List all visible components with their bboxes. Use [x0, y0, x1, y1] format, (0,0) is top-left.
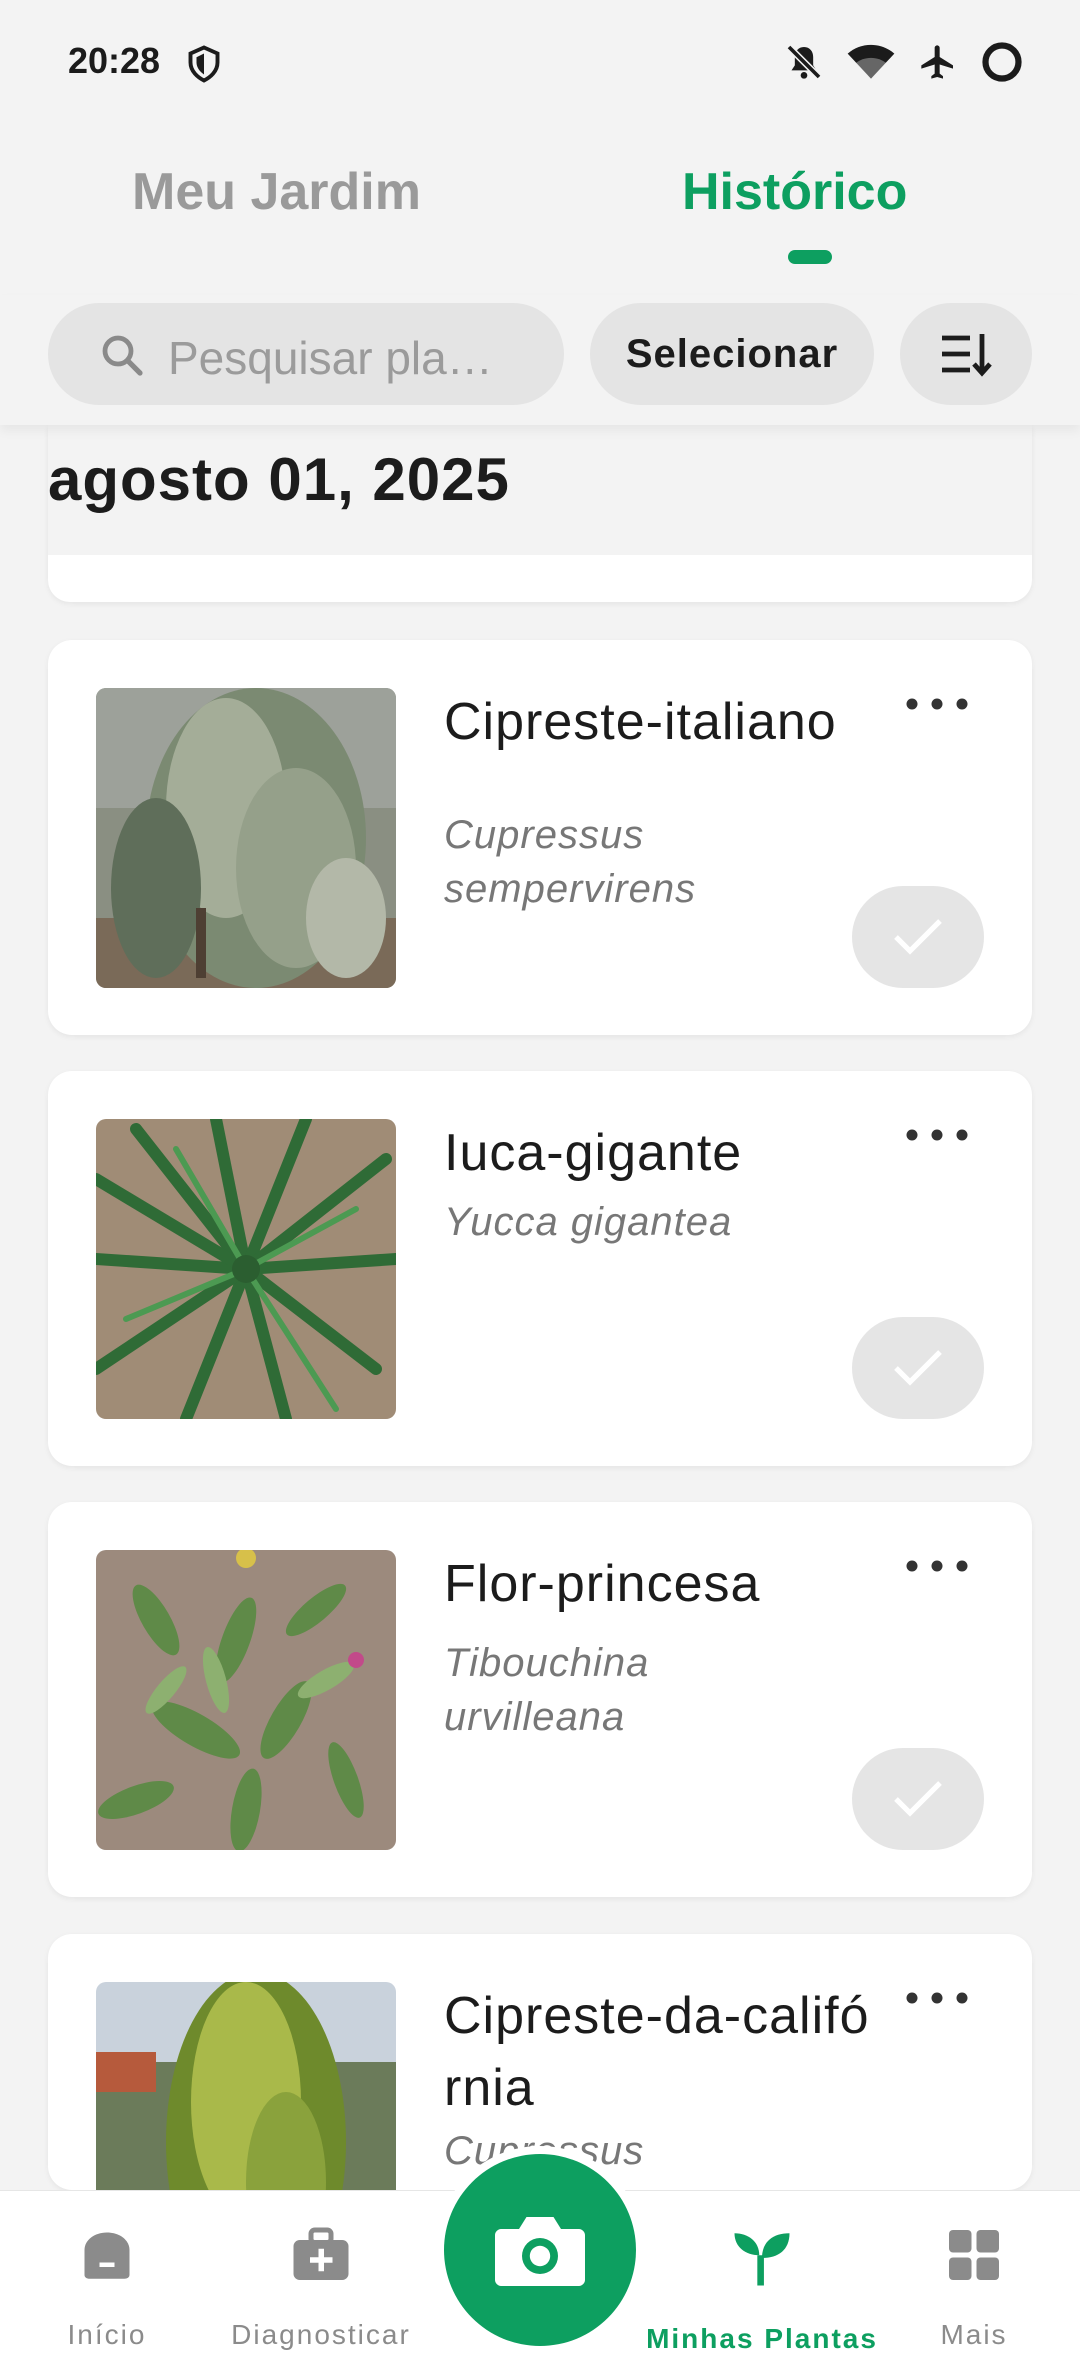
- bell-off-icon: [786, 44, 822, 80]
- plant-scientific-name: Tibouchina urvilleana: [444, 1641, 650, 1739]
- more-options-icon[interactable]: [902, 692, 972, 716]
- plant-common-name: Cipreste-da-califórnia: [444, 1987, 870, 2117]
- search-icon: [102, 335, 143, 376]
- plant-card[interactable]: Flor-princesa Tibouchina urvilleana: [48, 1502, 1032, 1897]
- camera-button[interactable]: [444, 2154, 636, 2346]
- more-options-icon[interactable]: [902, 1986, 972, 2010]
- select-checkbox[interactable]: [852, 1748, 984, 1850]
- select-checkbox[interactable]: [852, 1317, 984, 1419]
- airplane-icon: [921, 45, 953, 79]
- search-input[interactable]: Pesquisar pla…: [48, 303, 564, 405]
- nav-inicio[interactable]: Início: [30, 2191, 184, 2377]
- tab-meu-jardim[interactable]: Meu Jardim: [132, 162, 421, 222]
- shield-icon: [188, 45, 220, 83]
- nav-label: Diagnosticar: [231, 2319, 411, 2350]
- select-button[interactable]: Selecionar: [590, 303, 874, 405]
- search-placeholder: Pesquisar pla…: [168, 332, 493, 384]
- date-group-card: agosto 01, 2025: [48, 425, 1032, 602]
- plant-photo: [96, 1119, 396, 1419]
- plant-common-name: Flor-princesa: [444, 1555, 761, 1613]
- plant-photo: [96, 1550, 396, 1850]
- more-options-icon[interactable]: [902, 1123, 972, 1147]
- checkmark-icon: [894, 1781, 942, 1817]
- loading-ring-icon: [982, 42, 1022, 82]
- plant-card[interactable]: Iuca-gigante Yucca gigantea: [48, 1071, 1032, 1466]
- checkmark-icon: [894, 1350, 942, 1386]
- more-options-icon[interactable]: [902, 1554, 972, 1578]
- sort-icon: [942, 334, 992, 377]
- sprout-icon: [734, 2233, 790, 2286]
- plant-card[interactable]: Cipreste-italiano Cupressus sempervirens: [48, 640, 1032, 1035]
- plant-card[interactable]: Cipreste-da-califórnia Cupressus: [48, 1934, 1032, 2190]
- tab-bar: Meu Jardim Histórico: [0, 150, 1080, 270]
- active-tab-indicator: [788, 250, 832, 264]
- plant-photo: [96, 688, 396, 988]
- grid-icon: [949, 2230, 999, 2280]
- nav-label: Minhas Plantas: [646, 2323, 878, 2354]
- nav-minhas-plantas[interactable]: Minhas Plantas: [646, 2191, 878, 2377]
- plant-common-name: Cipreste-italiano: [444, 693, 837, 751]
- nav-diagnosticar[interactable]: Diagnosticar: [222, 2191, 420, 2377]
- wifi-icon: [847, 44, 895, 79]
- status-bar: 20:28: [0, 0, 1080, 120]
- plant-scientific-name: Yucca gigantea: [444, 1200, 733, 1244]
- nav-label: Mais: [940, 2319, 1008, 2350]
- sort-button[interactable]: [900, 303, 1032, 405]
- plant-common-name: Iuca-gigante: [444, 1124, 743, 1182]
- select-checkbox[interactable]: [852, 886, 984, 988]
- home-icon: [84, 2232, 130, 2279]
- plant-scientific-name: Cupressus sempervirens: [444, 813, 697, 911]
- tab-historico[interactable]: Histórico: [682, 162, 907, 222]
- nav-label: Início: [67, 2319, 147, 2350]
- plant-photo: [96, 1982, 396, 2190]
- status-time: 20:28: [68, 40, 161, 81]
- camera-icon: [495, 2217, 585, 2286]
- toolbar: Pesquisar pla… Selecionar: [0, 295, 1080, 425]
- checkmark-icon: [894, 919, 942, 955]
- medical-kit-icon: [293, 2227, 349, 2280]
- date-header: agosto 01, 2025: [48, 445, 516, 514]
- nav-mais[interactable]: Mais: [900, 2191, 1048, 2377]
